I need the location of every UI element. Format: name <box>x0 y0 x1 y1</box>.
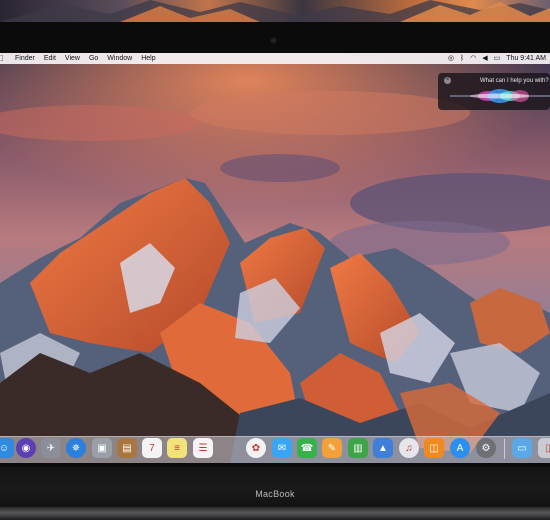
trash-icon[interactable]: ▯ <box>538 438 550 458</box>
dock-icons: ☺ ◉ ✈ ✵ ▣ ▤ 7 ≡ ☰ ✿ ✉ ☎ ✎ ▥ ▲ ♫ ◫ A ⚙ ▭ ▯ <box>0 438 550 460</box>
menu-view[interactable]: View <box>65 55 80 62</box>
apple-menu-icon[interactable]:  <box>0 54 6 63</box>
macbook-label: MacBook <box>255 489 295 499</box>
photos-icon[interactable]: ✿ <box>246 438 266 458</box>
finder-icon[interactable]: ☺ <box>0 438 14 458</box>
launchpad-icon[interactable]: ✈ <box>41 438 61 458</box>
facetime-camera <box>271 38 276 43</box>
clock[interactable]: Thu 9:41 AM <box>506 53 546 64</box>
siri-icon[interactable]: ◉ <box>16 438 36 458</box>
sierra-wallpaper <box>0 53 550 463</box>
siri-close-icon[interactable]: × <box>444 77 451 84</box>
siri-menu-icon[interactable]: ◎ <box>448 53 454 64</box>
facetime-icon[interactable]: ☎ <box>297 438 317 458</box>
reminders-icon[interactable]: ☰ <box>193 438 213 458</box>
calendar-icon[interactable]: 7 <box>142 438 162 458</box>
top-wallpaper-strip <box>0 0 550 22</box>
numbers-icon[interactable]: ▥ <box>348 438 368 458</box>
itunes-icon[interactable]: ♫ <box>399 438 419 458</box>
menu-window[interactable]: Window <box>107 55 132 62</box>
bluetooth-icon[interactable]: ᛒ <box>460 53 464 64</box>
desktop-screen:  Finder Edit View Go Window Help ◎ ᛒ ◠ … <box>0 53 550 463</box>
pages-icon[interactable]: ✎ <box>322 438 342 458</box>
messages-icon[interactable]: ✉ <box>272 438 292 458</box>
siri-panel[interactable]: × What can I help you with? <box>438 73 550 110</box>
menu-edit[interactable]: Edit <box>44 55 56 62</box>
wifi-icon[interactable]: ◠ <box>470 53 476 64</box>
menu-bar:  Finder Edit View Go Window Help ◎ ᛒ ◠ … <box>0 53 550 64</box>
laptop-base <box>0 507 550 520</box>
contacts-icon[interactable]: ▤ <box>117 438 137 458</box>
photo-booth-icon[interactable]: ▣ <box>92 438 112 458</box>
ibooks-icon[interactable]: ◫ <box>424 438 444 458</box>
menu-help[interactable]: Help <box>141 55 155 62</box>
battery-icon[interactable]: ▭ <box>494 53 501 64</box>
siri-prompt: What can I help you with? <box>480 78 549 84</box>
siri-waveform <box>450 89 550 103</box>
volume-icon[interactable]: ◀ <box>482 53 487 64</box>
notes-icon[interactable]: ≡ <box>167 438 187 458</box>
app-store-icon[interactable]: A <box>450 438 470 458</box>
status-area: ◎ ᛒ ◠ ◀ ▭ Thu 9:41 AM <box>448 53 546 64</box>
keynote-icon[interactable]: ▲ <box>373 438 393 458</box>
downloads-folder-icon[interactable]: ▭ <box>512 438 532 458</box>
menu-finder[interactable]: Finder <box>15 55 35 62</box>
system-preferences-icon[interactable]: ⚙ <box>476 438 496 458</box>
safari-icon[interactable]: ✵ <box>66 438 86 458</box>
menu-go[interactable]: Go <box>89 55 98 62</box>
